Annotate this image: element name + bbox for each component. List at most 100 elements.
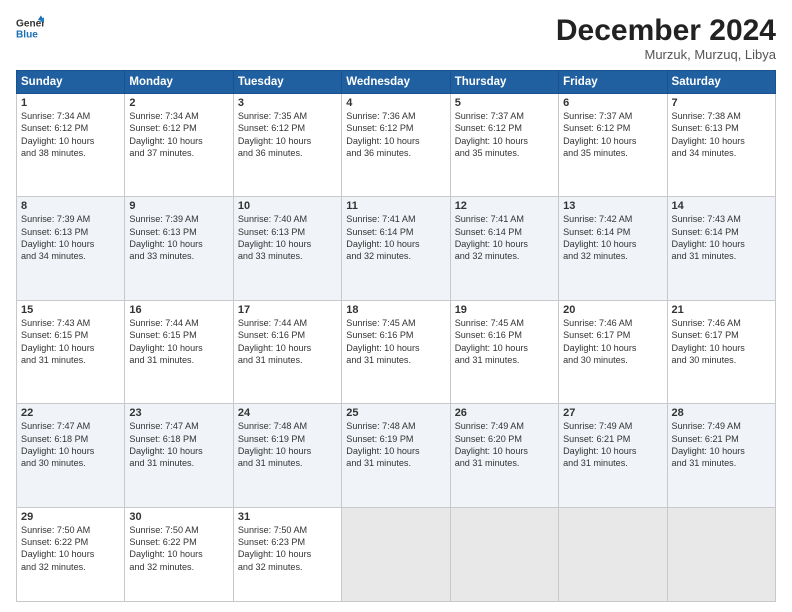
day-number: 9 — [129, 200, 228, 212]
table-row: 5Sunrise: 7:37 AMSunset: 6:12 PMDaylight… — [450, 94, 558, 197]
table-row: 16Sunrise: 7:44 AMSunset: 6:15 PMDayligh… — [125, 300, 233, 403]
day-number: 25 — [346, 407, 445, 419]
table-row: 7Sunrise: 7:38 AMSunset: 6:13 PMDaylight… — [667, 94, 775, 197]
day-info: Sunrise: 7:49 AMSunset: 6:21 PMDaylight:… — [563, 420, 662, 469]
day-number: 5 — [455, 97, 554, 109]
th-sunday: Sunday — [17, 71, 125, 94]
table-row: 24Sunrise: 7:48 AMSunset: 6:19 PMDayligh… — [233, 404, 341, 507]
day-info: Sunrise: 7:43 AMSunset: 6:15 PMDaylight:… — [21, 317, 120, 366]
day-info: Sunrise: 7:36 AMSunset: 6:12 PMDaylight:… — [346, 110, 445, 159]
day-number: 16 — [129, 304, 228, 316]
table-row: 3Sunrise: 7:35 AMSunset: 6:12 PMDaylight… — [233, 94, 341, 197]
day-number: 20 — [563, 304, 662, 316]
table-row: 1Sunrise: 7:34 AMSunset: 6:12 PMDaylight… — [17, 94, 125, 197]
th-friday: Friday — [559, 71, 667, 94]
day-number: 26 — [455, 407, 554, 419]
day-number: 27 — [563, 407, 662, 419]
table-row: 23Sunrise: 7:47 AMSunset: 6:18 PMDayligh… — [125, 404, 233, 507]
page: General Blue December 2024 Murzuk, Murzu… — [0, 0, 792, 612]
table-row: 18Sunrise: 7:45 AMSunset: 6:16 PMDayligh… — [342, 300, 450, 403]
table-row: 6Sunrise: 7:37 AMSunset: 6:12 PMDaylight… — [559, 94, 667, 197]
day-info: Sunrise: 7:47 AMSunset: 6:18 PMDaylight:… — [129, 420, 228, 469]
day-info: Sunrise: 7:46 AMSunset: 6:17 PMDaylight:… — [672, 317, 771, 366]
table-row — [450, 507, 558, 601]
table-row: 8Sunrise: 7:39 AMSunset: 6:13 PMDaylight… — [17, 197, 125, 300]
day-info: Sunrise: 7:49 AMSunset: 6:20 PMDaylight:… — [455, 420, 554, 469]
table-row: 19Sunrise: 7:45 AMSunset: 6:16 PMDayligh… — [450, 300, 558, 403]
table-row: 25Sunrise: 7:48 AMSunset: 6:19 PMDayligh… — [342, 404, 450, 507]
day-number: 7 — [672, 97, 771, 109]
logo: General Blue — [16, 14, 44, 42]
table-row: 10Sunrise: 7:40 AMSunset: 6:13 PMDayligh… — [233, 197, 341, 300]
day-info: Sunrise: 7:34 AMSunset: 6:12 PMDaylight:… — [129, 110, 228, 159]
table-row: 14Sunrise: 7:43 AMSunset: 6:14 PMDayligh… — [667, 197, 775, 300]
day-info: Sunrise: 7:43 AMSunset: 6:14 PMDaylight:… — [672, 213, 771, 262]
table-row: 21Sunrise: 7:46 AMSunset: 6:17 PMDayligh… — [667, 300, 775, 403]
day-number: 14 — [672, 200, 771, 212]
day-number: 21 — [672, 304, 771, 316]
day-number: 19 — [455, 304, 554, 316]
day-number: 10 — [238, 200, 337, 212]
day-info: Sunrise: 7:39 AMSunset: 6:13 PMDaylight:… — [21, 213, 120, 262]
title-area: December 2024 Murzuk, Murzuq, Libya — [556, 14, 776, 62]
day-info: Sunrise: 7:46 AMSunset: 6:17 PMDaylight:… — [563, 317, 662, 366]
top-area: General Blue December 2024 Murzuk, Murzu… — [16, 14, 776, 62]
table-row: 28Sunrise: 7:49 AMSunset: 6:21 PMDayligh… — [667, 404, 775, 507]
table-row: 17Sunrise: 7:44 AMSunset: 6:16 PMDayligh… — [233, 300, 341, 403]
table-row: 11Sunrise: 7:41 AMSunset: 6:14 PMDayligh… — [342, 197, 450, 300]
day-info: Sunrise: 7:44 AMSunset: 6:15 PMDaylight:… — [129, 317, 228, 366]
day-info: Sunrise: 7:35 AMSunset: 6:12 PMDaylight:… — [238, 110, 337, 159]
day-info: Sunrise: 7:38 AMSunset: 6:13 PMDaylight:… — [672, 110, 771, 159]
logo-icon: General Blue — [16, 14, 44, 42]
day-info: Sunrise: 7:48 AMSunset: 6:19 PMDaylight:… — [346, 420, 445, 469]
th-saturday: Saturday — [667, 71, 775, 94]
day-number: 6 — [563, 97, 662, 109]
day-info: Sunrise: 7:37 AMSunset: 6:12 PMDaylight:… — [563, 110, 662, 159]
day-info: Sunrise: 7:50 AMSunset: 6:22 PMDaylight:… — [129, 524, 228, 573]
table-row — [667, 507, 775, 601]
day-number: 22 — [21, 407, 120, 419]
day-info: Sunrise: 7:45 AMSunset: 6:16 PMDaylight:… — [455, 317, 554, 366]
day-number: 29 — [21, 511, 120, 523]
month-title: December 2024 — [556, 14, 776, 47]
location: Murzuk, Murzuq, Libya — [556, 47, 776, 62]
calendar-table: Sunday Monday Tuesday Wednesday Thursday… — [16, 70, 776, 602]
day-info: Sunrise: 7:49 AMSunset: 6:21 PMDaylight:… — [672, 420, 771, 469]
table-row — [559, 507, 667, 601]
th-thursday: Thursday — [450, 71, 558, 94]
day-number: 13 — [563, 200, 662, 212]
day-number: 15 — [21, 304, 120, 316]
table-row: 29Sunrise: 7:50 AMSunset: 6:22 PMDayligh… — [17, 507, 125, 601]
day-info: Sunrise: 7:41 AMSunset: 6:14 PMDaylight:… — [455, 213, 554, 262]
day-number: 23 — [129, 407, 228, 419]
table-row: 27Sunrise: 7:49 AMSunset: 6:21 PMDayligh… — [559, 404, 667, 507]
table-row: 20Sunrise: 7:46 AMSunset: 6:17 PMDayligh… — [559, 300, 667, 403]
day-number: 3 — [238, 97, 337, 109]
day-number: 17 — [238, 304, 337, 316]
th-monday: Monday — [125, 71, 233, 94]
day-info: Sunrise: 7:41 AMSunset: 6:14 PMDaylight:… — [346, 213, 445, 262]
day-number: 30 — [129, 511, 228, 523]
day-number: 8 — [21, 200, 120, 212]
day-number: 31 — [238, 511, 337, 523]
day-number: 12 — [455, 200, 554, 212]
day-number: 2 — [129, 97, 228, 109]
th-tuesday: Tuesday — [233, 71, 341, 94]
table-row: 13Sunrise: 7:42 AMSunset: 6:14 PMDayligh… — [559, 197, 667, 300]
day-info: Sunrise: 7:48 AMSunset: 6:19 PMDaylight:… — [238, 420, 337, 469]
table-row: 12Sunrise: 7:41 AMSunset: 6:14 PMDayligh… — [450, 197, 558, 300]
day-number: 11 — [346, 200, 445, 212]
table-row — [342, 507, 450, 601]
day-info: Sunrise: 7:34 AMSunset: 6:12 PMDaylight:… — [21, 110, 120, 159]
table-row: 4Sunrise: 7:36 AMSunset: 6:12 PMDaylight… — [342, 94, 450, 197]
day-info: Sunrise: 7:40 AMSunset: 6:13 PMDaylight:… — [238, 213, 337, 262]
day-number: 24 — [238, 407, 337, 419]
day-info: Sunrise: 7:37 AMSunset: 6:12 PMDaylight:… — [455, 110, 554, 159]
day-number: 28 — [672, 407, 771, 419]
svg-text:Blue: Blue — [16, 29, 38, 40]
table-row: 22Sunrise: 7:47 AMSunset: 6:18 PMDayligh… — [17, 404, 125, 507]
day-number: 1 — [21, 97, 120, 109]
th-wednesday: Wednesday — [342, 71, 450, 94]
day-number: 4 — [346, 97, 445, 109]
table-row: 31Sunrise: 7:50 AMSunset: 6:23 PMDayligh… — [233, 507, 341, 601]
